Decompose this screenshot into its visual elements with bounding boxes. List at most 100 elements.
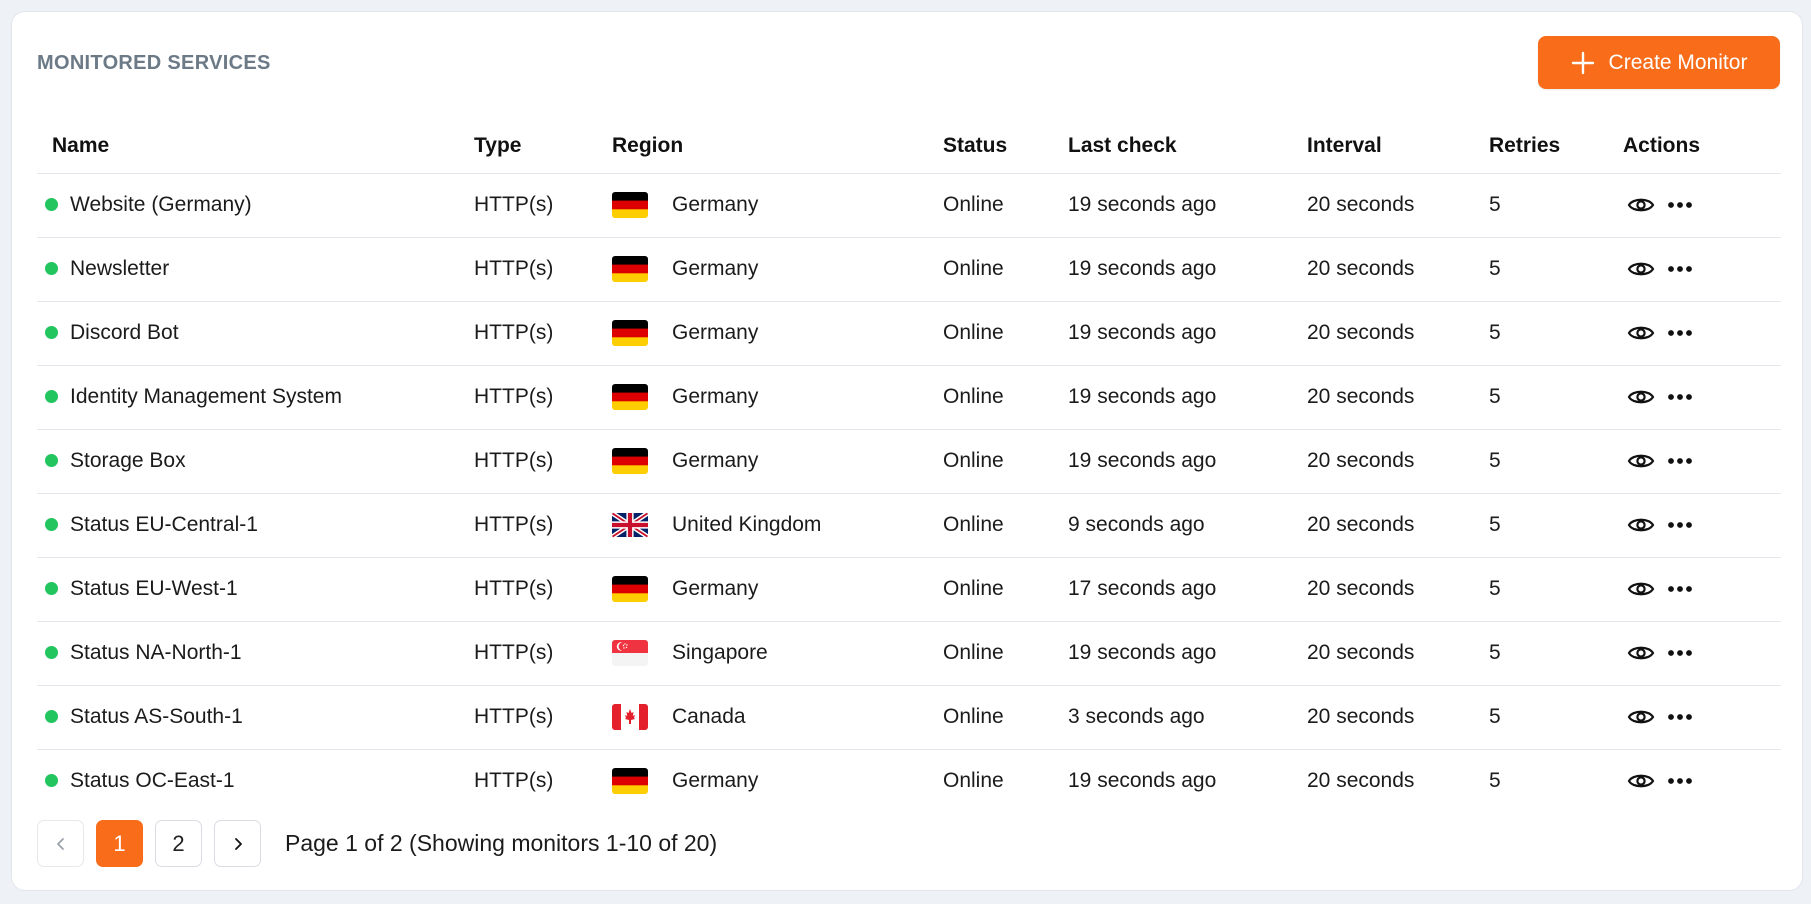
monitor-name[interactable]: Discord Bot	[70, 321, 179, 345]
header-status[interactable]: Status	[943, 120, 1068, 174]
eye-icon[interactable]	[1627, 450, 1655, 472]
monitored-services-card: MONITORED SERVICES Create Monitor Name T…	[11, 11, 1803, 891]
cell-last-check: 19 seconds ago	[1068, 301, 1307, 366]
table-row[interactable]: Website (Germany) HTTP(s) Germany Online…	[37, 173, 1781, 238]
monitor-name[interactable]: Storage Box	[70, 449, 186, 473]
monitor-name[interactable]: Status AS-South-1	[70, 705, 243, 729]
cell-interval: 20 seconds	[1307, 173, 1489, 238]
cell-status: Online	[943, 493, 1068, 558]
header-retries[interactable]: Retries	[1489, 120, 1623, 174]
cell-status: Online	[943, 685, 1068, 750]
cell-type: HTTP(s)	[474, 301, 612, 366]
cell-interval: 20 seconds	[1307, 365, 1489, 430]
header-interval[interactable]: Interval	[1307, 120, 1489, 174]
cell-name: Storage Box	[37, 429, 474, 494]
table-row[interactable]: Discord Bot HTTP(s) Germany Online 19 se…	[37, 301, 1781, 366]
region-name: Germany	[672, 449, 759, 472]
next-page-button[interactable]	[214, 820, 261, 867]
monitor-name[interactable]: Status EU-Central-1	[70, 513, 258, 537]
de-flag-icon	[612, 768, 648, 795]
cell-retries: 5	[1489, 493, 1623, 558]
cell-name: Status NA-North-1	[37, 621, 474, 686]
more-options-icon[interactable]	[1667, 265, 1693, 273]
cell-type: HTTP(s)	[474, 237, 612, 302]
eye-icon[interactable]	[1627, 258, 1655, 280]
cell-region: Canada	[612, 685, 943, 750]
cell-name: Status AS-South-1	[37, 685, 474, 750]
cell-retries: 5	[1489, 621, 1623, 686]
table-row[interactable]: Status EU-West-1 HTTP(s) Germany Online …	[37, 557, 1781, 622]
region-name: Canada	[672, 705, 746, 728]
monitor-name[interactable]: Identity Management System	[70, 385, 342, 409]
table-row[interactable]: Status EU-Central-1 HTTP(s) United Kingd…	[37, 493, 1781, 558]
chevron-right-icon	[234, 837, 242, 850]
region-name: Germany	[672, 257, 759, 280]
more-options-icon[interactable]	[1667, 393, 1693, 401]
cell-last-check: 19 seconds ago	[1068, 365, 1307, 430]
more-options-icon[interactable]	[1667, 713, 1693, 721]
create-monitor-button[interactable]: Create Monitor	[1538, 36, 1780, 89]
monitor-name[interactable]: Newsletter	[70, 257, 169, 281]
header-name[interactable]: Name	[37, 120, 474, 174]
eye-icon[interactable]	[1627, 386, 1655, 408]
table-row[interactable]: Status OC-East-1 HTTP(s) Germany Online …	[37, 749, 1781, 813]
eye-icon[interactable]	[1627, 514, 1655, 536]
cell-last-check: 19 seconds ago	[1068, 769, 1217, 793]
cell-type: HTTP(s)	[474, 365, 612, 430]
table-row[interactable]: Storage Box HTTP(s) Germany Online 19 se…	[37, 429, 1781, 494]
table-row[interactable]: Status AS-South-1 HTTP(s) Canada Online …	[37, 685, 1781, 750]
cell-region: United Kingdom	[612, 493, 943, 558]
more-options-icon[interactable]	[1667, 457, 1693, 465]
more-options-icon[interactable]	[1667, 649, 1693, 657]
page-2-button[interactable]: 2	[155, 820, 202, 867]
table-row[interactable]: Identity Management System HTTP(s) Germa…	[37, 365, 1781, 430]
eye-icon[interactable]	[1627, 642, 1655, 664]
monitor-name[interactable]: Website (Germany)	[70, 193, 252, 217]
header-last-check[interactable]: Last check	[1068, 120, 1307, 174]
cell-region: Singapore	[612, 621, 943, 686]
page-1-button[interactable]: 1	[96, 820, 143, 867]
eye-icon[interactable]	[1627, 578, 1655, 600]
more-options-icon[interactable]	[1667, 521, 1693, 529]
uk-flag-icon	[612, 512, 648, 538]
more-options-icon[interactable]	[1667, 201, 1693, 209]
table-row[interactable]: Newsletter HTTP(s) Germany Online 19 sec…	[37, 237, 1781, 302]
chevron-left-icon	[56, 837, 64, 850]
status-dot-icon	[45, 389, 58, 403]
more-options-icon[interactable]	[1667, 585, 1693, 593]
cell-name: Status EU-Central-1	[37, 493, 474, 558]
table-row[interactable]: Status NA-North-1 HTTP(s) Singapore Onli…	[37, 621, 1781, 686]
eye-icon[interactable]	[1627, 706, 1655, 728]
cell-type: HTTP(s)	[474, 621, 612, 686]
monitor-name[interactable]: Status EU-West-1	[70, 577, 238, 601]
more-options-icon[interactable]	[1667, 777, 1693, 785]
status-dot-icon	[45, 773, 58, 787]
monitor-name[interactable]: Status NA-North-1	[70, 641, 242, 665]
prev-page-button[interactable]	[37, 820, 84, 867]
cell-last-check: 19 seconds ago	[1068, 173, 1307, 238]
cell-region: Germany	[612, 237, 943, 302]
cell-interval: 20 seconds	[1307, 557, 1489, 622]
pagination-info: Page 1 of 2 (Showing monitors 1-10 of 20…	[285, 830, 718, 856]
monitor-name[interactable]: Status OC-East-1	[70, 769, 235, 793]
cell-actions	[1623, 493, 1781, 558]
header-actions: Actions	[1623, 120, 1781, 174]
create-monitor-label: Create Monitor	[1608, 50, 1748, 74]
header-type[interactable]: Type	[474, 120, 612, 174]
header-region[interactable]: Region	[612, 120, 943, 174]
more-options-icon[interactable]	[1667, 329, 1693, 337]
eye-icon[interactable]	[1627, 322, 1655, 344]
eye-icon[interactable]	[1627, 770, 1655, 792]
cell-interval: 20 seconds	[1307, 685, 1489, 750]
region-name: United Kingdom	[672, 513, 822, 536]
status-dot-icon	[45, 581, 58, 595]
de-flag-icon	[612, 384, 648, 410]
cell-retries: 5	[1489, 365, 1623, 430]
eye-icon[interactable]	[1627, 194, 1655, 216]
cell-retries: 5	[1489, 685, 1623, 750]
cell-interval: 20 seconds	[1307, 621, 1489, 686]
cell-last-check: 19 seconds ago	[1068, 429, 1307, 494]
cell-region: Germany	[612, 173, 943, 238]
de-flag-icon	[612, 192, 648, 218]
cell-status: Online	[943, 173, 1068, 238]
